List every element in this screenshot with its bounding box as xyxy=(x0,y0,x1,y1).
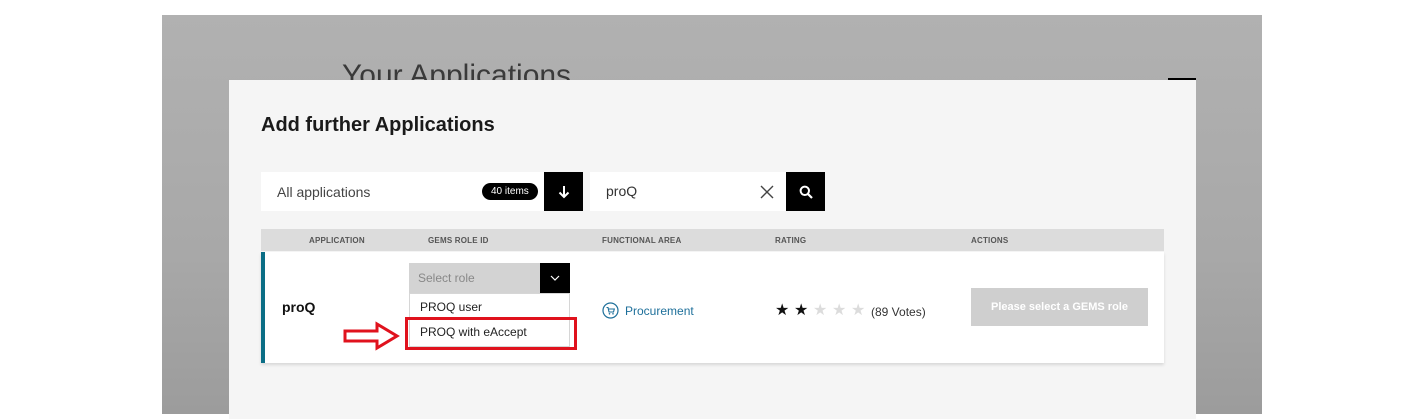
star-filled-icon[interactable]: ★ xyxy=(775,303,794,319)
chevron-down-icon xyxy=(550,275,560,281)
filter-label: All applications xyxy=(277,184,371,200)
item-count-badge: 40 items xyxy=(482,183,538,200)
header-actions: ACTIONS xyxy=(971,236,1009,245)
row-accent-bar xyxy=(261,252,265,363)
star-filled-icon[interactable]: ★ xyxy=(794,303,813,319)
search-box xyxy=(590,172,786,211)
star-empty-icon[interactable]: ★ xyxy=(851,303,870,319)
header-application: APPLICATION xyxy=(309,236,365,245)
application-filter-dropdown[interactable]: All applications 40 items xyxy=(261,172,544,211)
annotation-arrow-icon xyxy=(343,321,400,351)
cart-icon xyxy=(602,302,619,319)
vote-count: (89 Votes) xyxy=(871,305,926,319)
star-empty-icon[interactable]: ★ xyxy=(813,303,832,319)
table-row: proQ Select role PROQ user PROQ with eAc… xyxy=(261,252,1164,363)
search-button[interactable] xyxy=(786,172,825,211)
rating-stars[interactable]: ★ ★ ★ ★ ★ xyxy=(775,303,870,319)
role-select-placeholder: Select role xyxy=(418,271,475,285)
role-select[interactable]: Select role xyxy=(409,263,570,293)
role-option-proq-user[interactable]: PROQ user xyxy=(420,300,482,314)
close-icon xyxy=(760,185,774,199)
add-application-button[interactable]: Please select a GEMS role xyxy=(971,288,1148,326)
search-input[interactable] xyxy=(606,183,746,199)
role-dropdown-toggle[interactable] xyxy=(540,263,570,293)
modal-title: Add further Applications xyxy=(261,114,495,136)
application-name: proQ xyxy=(282,299,316,315)
functional-area-link[interactable]: Procurement xyxy=(625,304,694,318)
header-gems-role-id: GEMS ROLE ID xyxy=(428,236,489,245)
role-options-list: PROQ user PROQ with eAccept xyxy=(405,293,577,350)
search-icon xyxy=(799,185,813,199)
table-header: APPLICATION GEMS ROLE ID FUNCTIONAL AREA… xyxy=(261,229,1164,251)
clear-search-button[interactable] xyxy=(758,183,776,201)
highlight-box xyxy=(405,317,577,350)
header-functional-area: FUNCTIONAL AREA xyxy=(602,236,682,245)
arrow-down-icon xyxy=(558,185,569,198)
header-rating: RATING xyxy=(775,236,807,245)
filter-dropdown-button[interactable] xyxy=(544,172,583,211)
star-empty-icon[interactable]: ★ xyxy=(832,303,851,319)
add-applications-modal: Add further Applications All application… xyxy=(229,80,1196,419)
